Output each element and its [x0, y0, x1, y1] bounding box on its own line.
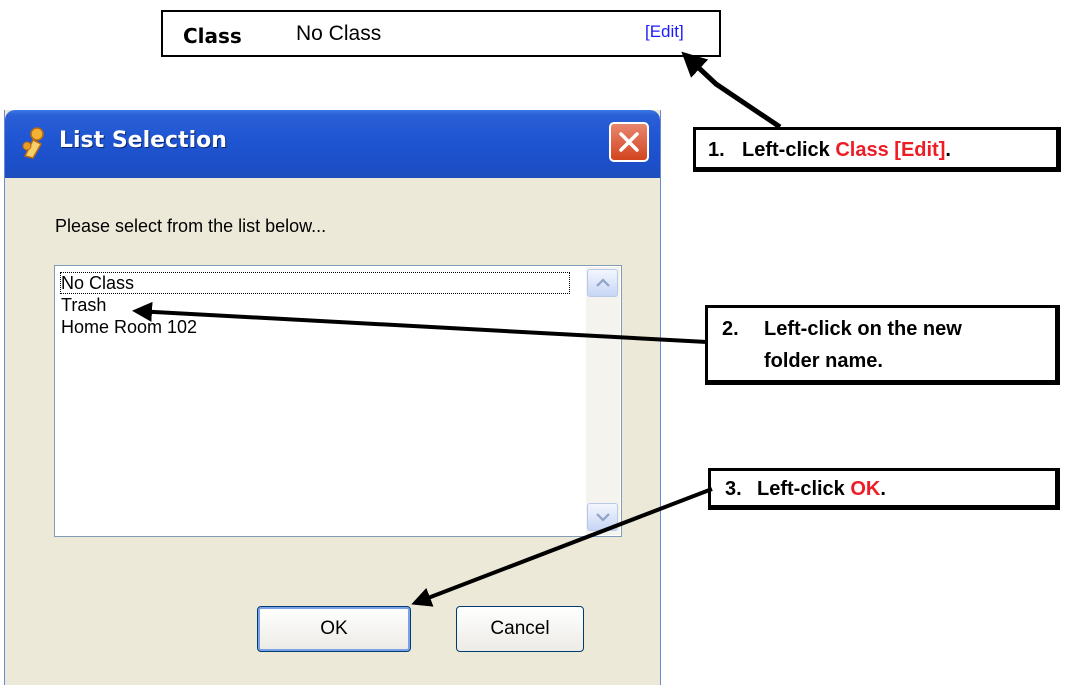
annotation-arrows — [132, 51, 782, 607]
arrow-step-1 — [681, 51, 782, 130]
arrow-step-2 — [132, 301, 708, 344]
arrow-step-3 — [411, 487, 713, 607]
